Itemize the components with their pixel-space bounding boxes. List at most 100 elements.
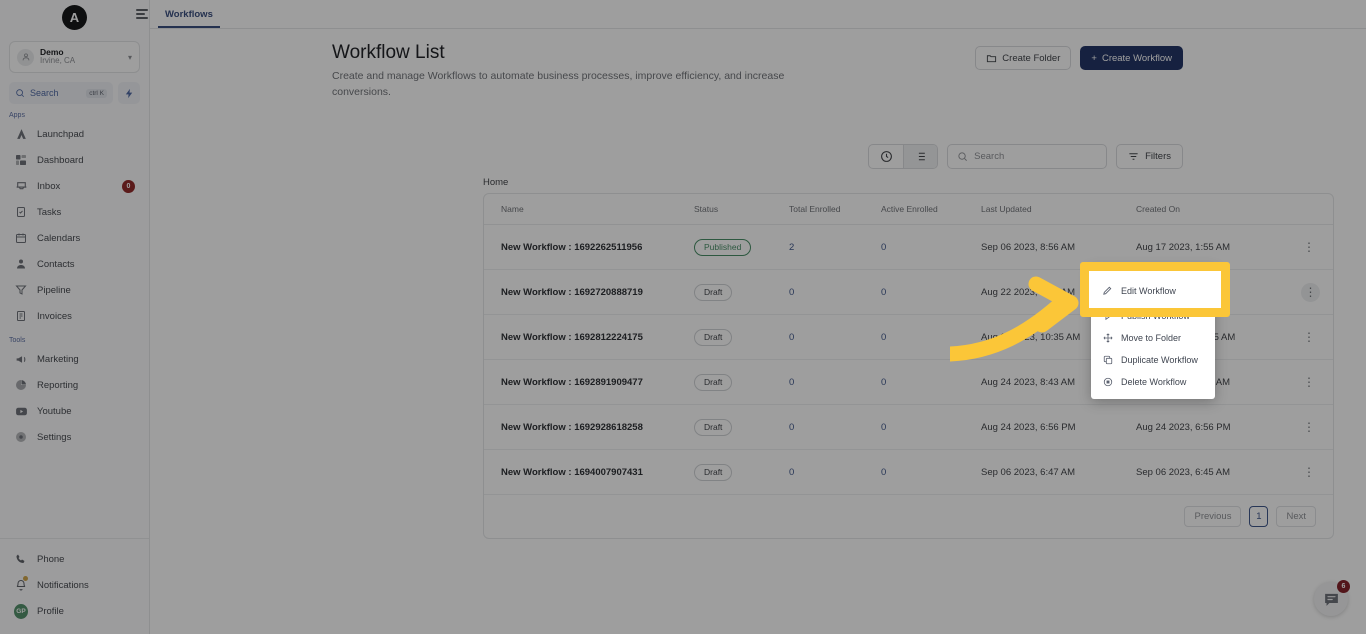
folder-icon bbox=[987, 54, 997, 62]
sidebar-item-label: Invoices bbox=[37, 310, 72, 322]
pie-chart-icon bbox=[14, 378, 28, 392]
sidebar-item-notifications[interactable]: Notifications bbox=[6, 572, 143, 598]
sidebar-item-label: Dashboard bbox=[37, 154, 84, 166]
page-number-1[interactable]: 1 bbox=[1249, 506, 1269, 527]
created-on: Aug 24 2023, 6:56 PM bbox=[1136, 404, 1301, 450]
sidebar-item-calendars[interactable]: Calendars bbox=[6, 225, 143, 251]
table-head: Name Status Total Enrolled Active Enroll… bbox=[484, 194, 1333, 225]
list-toolbar: Search Filters bbox=[868, 144, 1183, 169]
row-menu-button[interactable]: ⋮ bbox=[1301, 331, 1317, 343]
sidebar-item-label: Calendars bbox=[37, 232, 81, 244]
pencil-icon bbox=[1102, 285, 1113, 298]
sidebar-item-profile[interactable]: GP Profile bbox=[6, 598, 143, 624]
sidebar-section-apps: Apps bbox=[9, 112, 25, 119]
notification-dot-icon bbox=[23, 576, 28, 581]
sidebar-item-launchpad[interactable]: Launchpad bbox=[6, 121, 143, 147]
table-row[interactable]: New Workflow : 1692928618258 Draft 0 0 A… bbox=[484, 404, 1333, 450]
sidebar-item-dashboard[interactable]: Dashboard bbox=[6, 147, 143, 173]
row-menu-button[interactable]: ⋮ bbox=[1301, 421, 1317, 433]
filter-icon bbox=[1129, 153, 1138, 160]
sidebar-item-invoices[interactable]: Invoices bbox=[6, 303, 143, 329]
page-header: Workflow List Create and manage Workflow… bbox=[150, 29, 1366, 101]
previous-page-button[interactable]: Previous bbox=[1184, 506, 1242, 527]
table-row[interactable]: New Workflow : 1694007907431 Draft 0 0 S… bbox=[484, 449, 1333, 495]
sidebar-item-label: Reporting bbox=[37, 379, 79, 391]
workspace-text: Demo Irvine, CA bbox=[40, 48, 122, 65]
header-actions: Create Folder + Create Workflow bbox=[975, 46, 1183, 70]
list-icon bbox=[916, 152, 925, 161]
workspace-selector[interactable]: Demo Irvine, CA ▾ bbox=[9, 41, 140, 73]
workflow-name: New Workflow : 1692720888719 bbox=[501, 286, 643, 298]
menu-item-label: Delete Workflow bbox=[1121, 377, 1187, 387]
sidebar-item-settings[interactable]: Settings bbox=[6, 424, 143, 450]
sidebar-item-marketing[interactable]: Marketing bbox=[6, 346, 143, 372]
chat-bubble-icon bbox=[1324, 593, 1338, 606]
bolt-icon bbox=[125, 88, 132, 98]
last-updated: Sep 06 2023, 6:47 AM bbox=[981, 449, 1136, 495]
workflow-name: New Workflow : 1692891909477 bbox=[501, 376, 643, 388]
create-folder-button[interactable]: Create Folder bbox=[975, 46, 1072, 70]
sidebar-item-label: Launchpad bbox=[37, 128, 85, 140]
sidebar: A Demo Irvine, CA ▾ Search ctrl K Apps L… bbox=[0, 0, 150, 634]
tab-workflows[interactable]: Workflows bbox=[158, 9, 220, 28]
filters-button[interactable]: Filters bbox=[1116, 144, 1183, 169]
page-subtitle: Create and manage Workflows to automate … bbox=[332, 70, 785, 99]
sidebar-item-tasks[interactable]: Tasks bbox=[6, 199, 143, 225]
list-view-button[interactable] bbox=[903, 145, 938, 168]
megaphone-icon bbox=[14, 352, 28, 366]
search-input[interactable]: Search ctrl K bbox=[9, 82, 113, 104]
chat-widget-button[interactable]: 6 bbox=[1314, 580, 1350, 616]
create-workflow-button[interactable]: + Create Workflow bbox=[1080, 46, 1183, 70]
plus-icon: + bbox=[1091, 52, 1097, 64]
app-logo[interactable]: A bbox=[62, 4, 87, 30]
col-actions bbox=[1301, 194, 1333, 225]
inbox-icon bbox=[14, 179, 28, 193]
menu-item-label: Edit Workflow bbox=[1121, 286, 1176, 296]
total-enrolled: 0 bbox=[789, 376, 795, 388]
last-updated: Aug 24 2023, 6:56 PM bbox=[981, 404, 1136, 450]
sidebar-item-label: Contacts bbox=[37, 258, 75, 270]
sidebar-section-tools: Tools bbox=[9, 337, 26, 344]
page-title: Workflow List bbox=[332, 42, 445, 63]
status-badge: Draft bbox=[694, 463, 733, 481]
col-name: Name bbox=[484, 194, 694, 225]
sidebar-item-youtube[interactable]: Youtube bbox=[6, 398, 143, 424]
sidebar-bottom: Phone Notifications GP Profile bbox=[0, 538, 149, 634]
row-menu-button[interactable]: ⋮ bbox=[1301, 376, 1317, 388]
sidebar-item-contacts[interactable]: Contacts bbox=[6, 251, 143, 277]
status-badge: Draft bbox=[694, 328, 733, 346]
chat-unread-badge: 6 bbox=[1337, 580, 1350, 593]
quick-actions-button[interactable] bbox=[118, 82, 140, 104]
avatar-initials: GP bbox=[14, 603, 28, 619]
menu-collapse-icon[interactable] bbox=[136, 9, 148, 19]
search-label: Search bbox=[30, 88, 59, 98]
col-active-enrolled: Active Enrolled bbox=[881, 194, 981, 225]
row-menu-button-active[interactable]: ⋮ bbox=[1301, 282, 1320, 302]
breadcrumb[interactable]: Home bbox=[483, 177, 508, 188]
phone-icon bbox=[14, 552, 28, 566]
view-toggle-group bbox=[868, 144, 939, 169]
search-shortcut: ctrl K bbox=[86, 88, 107, 98]
workflow-name: New Workflow : 1694007907431 bbox=[501, 466, 643, 478]
total-enrolled: 0 bbox=[789, 421, 795, 433]
gear-icon bbox=[14, 430, 28, 444]
workflow-search-input[interactable]: Search bbox=[947, 144, 1108, 169]
sidebar-item-phone[interactable]: Phone bbox=[6, 546, 143, 572]
topbar: Workflows bbox=[136, 0, 1366, 29]
sidebar-item-label: Marketing bbox=[37, 353, 79, 365]
create-folder-label: Create Folder bbox=[1002, 52, 1061, 64]
status-badge: Draft bbox=[694, 418, 733, 436]
menu-item-delete-workflow[interactable]: Delete Workflow bbox=[1091, 371, 1215, 393]
recent-view-button[interactable] bbox=[869, 145, 903, 168]
row-menu-button[interactable]: ⋮ bbox=[1301, 466, 1317, 478]
filters-label: Filters bbox=[1145, 151, 1171, 162]
menu-item-edit-workflow-highlighted[interactable]: Edit Workflow bbox=[1091, 281, 1219, 301]
status-badge: Draft bbox=[694, 283, 733, 301]
row-menu-button[interactable]: ⋮ bbox=[1301, 241, 1317, 253]
sidebar-item-pipeline[interactable]: Pipeline bbox=[6, 277, 143, 303]
create-workflow-label: Create Workflow bbox=[1101, 52, 1172, 64]
sidebar-item-inbox[interactable]: Inbox 0 bbox=[6, 173, 143, 199]
sidebar-item-reporting[interactable]: Reporting bbox=[6, 372, 143, 398]
search-icon bbox=[958, 152, 968, 161]
next-page-button[interactable]: Next bbox=[1276, 506, 1316, 527]
